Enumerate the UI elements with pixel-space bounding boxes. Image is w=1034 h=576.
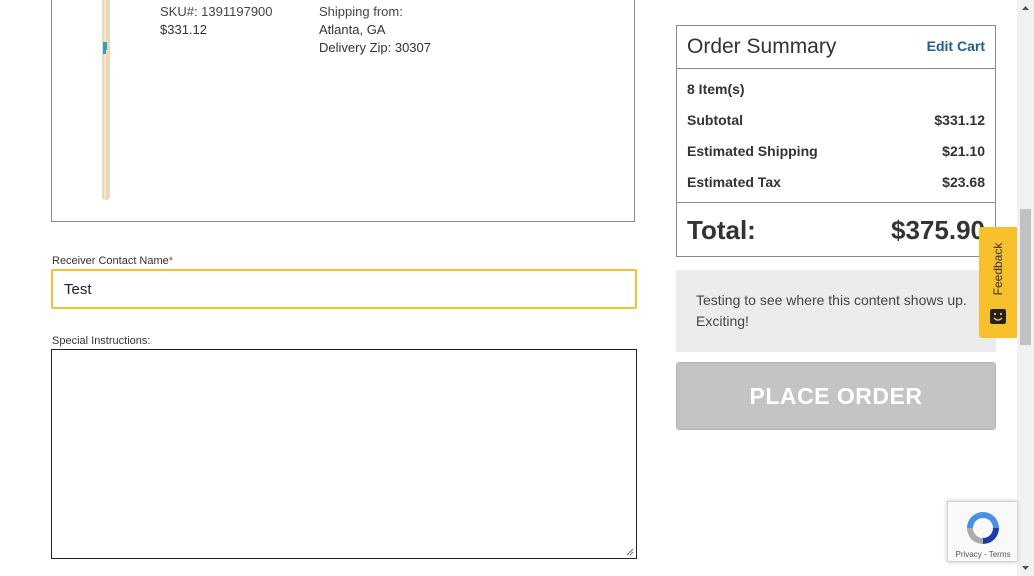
tax-label: Estimated Tax — [687, 174, 781, 190]
required-marker: * — [168, 255, 174, 267]
special-instructions-label: Special Instructions: — [52, 335, 151, 347]
receiver-contact-label-text: Receiver Contact Name — [52, 255, 169, 267]
receiver-contact-label: Receiver Contact Name* — [52, 255, 173, 267]
subtotal-value: $331.12 — [934, 112, 985, 128]
order-summary-title: Order Summary — [687, 35, 837, 58]
recaptcha-links: Privacy - Terms — [948, 550, 1018, 559]
tax-value: $23.68 — [942, 174, 985, 190]
product-image — [102, 0, 110, 200]
feedback-label: Feedback — [991, 242, 1005, 296]
order-summary: Order Summary Edit Cart 8 Item(s) Subtot… — [676, 25, 996, 257]
edit-cart-link[interactable]: Edit Cart — [927, 38, 985, 54]
resize-grip-icon[interactable] — [626, 548, 634, 556]
shipping-value: $21.10 — [942, 143, 985, 159]
order-summary-header: Order Summary Edit Cart — [677, 26, 995, 69]
scroll-thumb[interactable] — [1020, 209, 1031, 345]
total-value: $375.90 — [891, 215, 985, 245]
item-count: 8 Item(s) — [687, 81, 745, 97]
total-label: Total: — [687, 215, 756, 245]
notice-box: Testing to see where this content shows … — [676, 270, 996, 352]
vertical-scrollbar[interactable] — [1017, 0, 1034, 576]
feedback-tab[interactable]: Feedback — [979, 227, 1017, 338]
shipping-label: Estimated Shipping — [687, 143, 818, 159]
shipping-city: Atlanta, GA — [319, 22, 386, 37]
recaptcha-separator: - — [981, 550, 989, 559]
delivery-zip: Delivery Zip: 30307 — [319, 40, 431, 55]
subtotal-label: Subtotal — [687, 112, 743, 128]
recaptcha-privacy-link[interactable]: Privacy — [956, 550, 982, 559]
product-price: $331.12 — [160, 22, 207, 37]
scroll-down-arrow-icon[interactable] — [1017, 559, 1034, 576]
summary-divider — [677, 202, 995, 203]
recaptcha-terms-link[interactable]: Terms — [989, 550, 1011, 559]
product-sku: SKU#: 1391197900 — [160, 4, 273, 19]
recaptcha-logo-icon — [967, 512, 999, 544]
shipping-from-label: Shipping from: — [319, 4, 403, 19]
scroll-up-arrow-icon[interactable] — [1017, 0, 1034, 17]
place-order-button[interactable]: PLACE ORDER — [676, 362, 996, 430]
special-instructions-textarea[interactable] — [51, 349, 637, 559]
recaptcha-badge[interactable]: Privacy - Terms — [947, 501, 1017, 562]
feedback-icon — [990, 309, 1006, 324]
receiver-contact-input[interactable] — [51, 269, 637, 309]
